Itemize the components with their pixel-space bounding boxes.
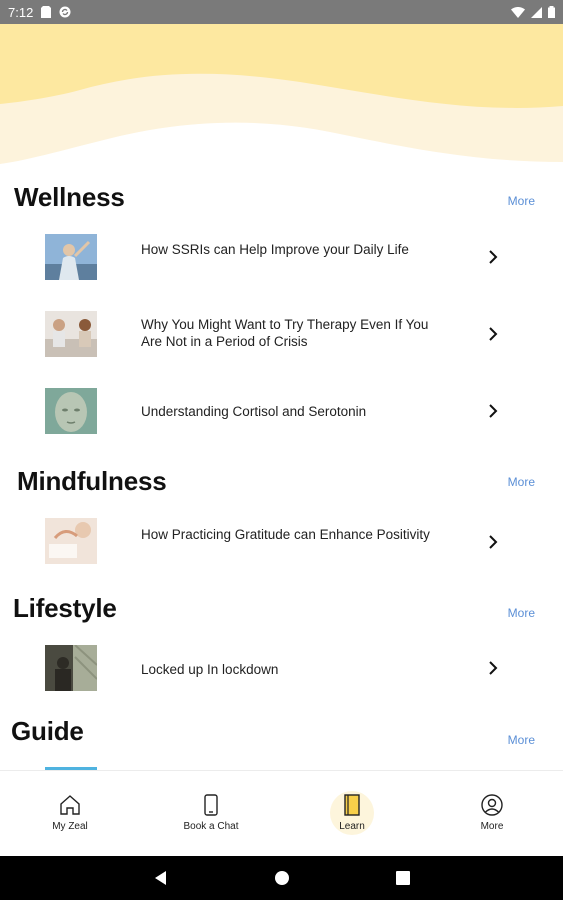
article-thumbnail xyxy=(45,388,97,434)
article-thumbnail xyxy=(45,518,97,564)
more-link-wellness[interactable]: More xyxy=(508,194,535,208)
profile-icon xyxy=(481,794,503,816)
status-bar: 7:12 xyxy=(0,0,563,24)
article-title: Why You Might Want to Try Therapy Even I… xyxy=(141,317,429,349)
nav-label: Learn xyxy=(339,821,365,832)
notebook-icon xyxy=(344,794,360,816)
article-row[interactable]: How SSRIs can Help Improve your Daily Li… xyxy=(0,226,563,288)
section-title-wellness: Wellness xyxy=(14,182,125,212)
bottom-navigation: My Zeal Book a Chat Learn More xyxy=(0,770,563,856)
more-link-mindfulness[interactable]: More xyxy=(508,475,535,489)
chevron-right-icon[interactable] xyxy=(485,403,501,419)
chevron-right-icon[interactable] xyxy=(485,660,501,676)
article-title: How Practicing Gratitude can Enhance Pos… xyxy=(141,527,430,542)
sync-icon xyxy=(59,6,71,18)
article-thumbnail xyxy=(45,645,97,691)
battery-icon xyxy=(548,6,555,18)
article-title: How SSRIs can Help Improve your Daily Li… xyxy=(141,242,409,257)
article-title: Locked up In lockdown xyxy=(141,662,279,677)
wifi-icon xyxy=(511,6,525,18)
home-icon xyxy=(60,795,80,815)
more-link-guide[interactable]: More xyxy=(508,733,535,747)
signal-icon xyxy=(531,6,542,18)
sd-card-icon xyxy=(41,6,52,18)
nav-label: More xyxy=(480,821,504,832)
article-row[interactable]: Understanding Cortisol and Serotonin xyxy=(0,380,563,442)
learn-content: Wellness More How SSRIs can Help Improve… xyxy=(0,174,563,770)
article-row[interactable]: Why You Might Want to Try Therapy Even I… xyxy=(0,303,563,365)
system-navigation-bar xyxy=(0,856,563,900)
article-thumbnail xyxy=(45,311,97,357)
section-title-mindfulness: Mindfulness xyxy=(17,466,167,496)
article-thumbnail xyxy=(45,234,97,280)
nav-item-book-a-chat[interactable]: Book a Chat xyxy=(141,771,281,857)
back-icon[interactable] xyxy=(151,868,171,888)
chevron-right-icon[interactable] xyxy=(485,249,501,265)
article-row[interactable]: How Practicing Gratitude can Enhance Pos… xyxy=(0,510,563,572)
nav-item-more[interactable]: More xyxy=(422,771,562,857)
home-button-icon[interactable] xyxy=(272,868,292,888)
nav-label: My Zeal xyxy=(52,821,88,832)
nav-label: Book a Chat xyxy=(183,821,239,832)
nav-item-my-zeal[interactable]: My Zeal xyxy=(0,771,140,857)
phone-icon xyxy=(204,794,218,816)
recents-icon[interactable] xyxy=(393,868,413,888)
section-title-lifestyle: Lifestyle xyxy=(13,593,117,623)
article-row[interactable]: Locked up In lockdown xyxy=(0,638,563,700)
section-title-guide: Guide xyxy=(11,716,84,746)
more-link-lifestyle[interactable]: More xyxy=(508,606,535,620)
status-time: 7:12 xyxy=(8,4,34,20)
nav-item-learn[interactable]: Learn xyxy=(282,771,422,857)
chevron-right-icon[interactable] xyxy=(485,534,501,550)
chevron-right-icon[interactable] xyxy=(485,326,501,342)
header-wave-banner xyxy=(0,24,563,174)
article-title: Understanding Cortisol and Serotonin xyxy=(141,404,367,419)
